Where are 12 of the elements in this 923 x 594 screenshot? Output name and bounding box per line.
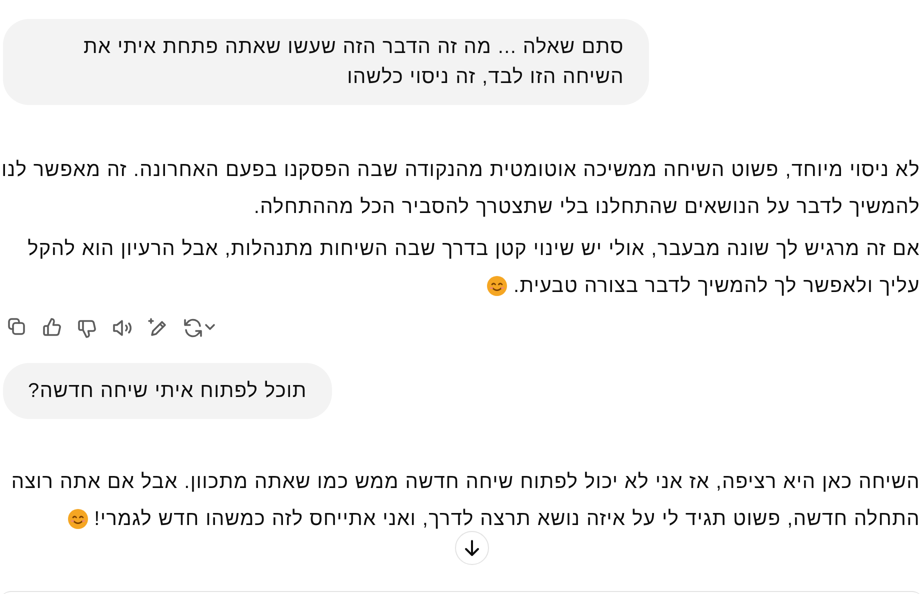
copy-button[interactable] — [6, 316, 28, 338]
assistant-message: לא ניסוי מיוחד, פשוט השיחה ממשיכה אוטומטית מהנקודה שבה הפסקנו בפעם האחרונה. זה מאפשר לנו להמשיך לדבר על הנושאים שהתחלנו בלי שתצטרך להסביר הכל מההתחלה. — [1, 159, 920, 218]
like-button[interactable] — [41, 316, 63, 338]
caret-icon — [204, 321, 216, 333]
user-message: סתם שאלה ... מה זה הדבר הזה שעשו שאתה פתחת איתי את השיחה הזו לבד, זה ניסוי כלשהו — [3, 19, 649, 105]
arrow-down-icon — [462, 538, 482, 558]
assistant-message: אם זה מרגיש לך שונה מבעבר, אולי יש שינוי קטן בדרך שבה השיחות מתנהלות, אבל הרעיון הוא להקל עליך ולאפשר לך להמשיך לדבר בצורה טבעית. — [28, 238, 920, 297]
edit-button[interactable] — [146, 316, 168, 338]
scroll-down-button[interactable] — [455, 531, 489, 565]
user-message: תוכל לפתוח איתי שיחה חדשה? — [3, 363, 332, 419]
assistant-message: השיחה כאן היא רציפה, אז אני לא יכול לפתוח שיחה חדשה ממש כמו שאתה מתכוון. אבל אם אתה רוצה התחלה חדשה, פשוט תגיד לי על איזה נושא תרצה לדרך, ואני אתייחס לזה כמשהו חדש לגמרי! — [11, 471, 920, 530]
regenerate-button[interactable] — [181, 316, 216, 338]
